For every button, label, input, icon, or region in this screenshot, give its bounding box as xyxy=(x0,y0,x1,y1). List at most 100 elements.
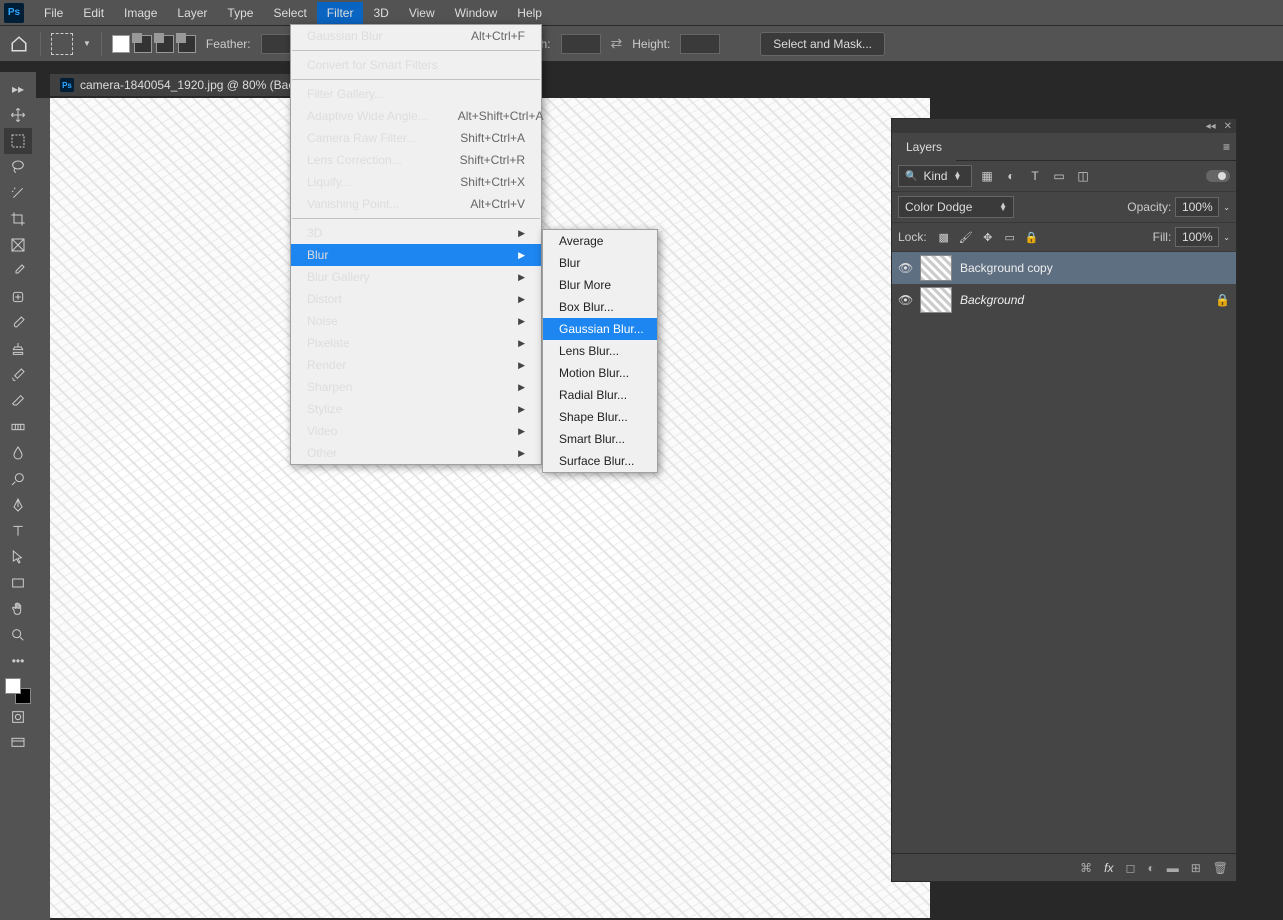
menu-item-liquify-[interactable]: Liquify...Shift+Ctrl+X xyxy=(291,171,541,193)
menu-item-average[interactable]: Average xyxy=(543,230,657,252)
filter-toggle[interactable] xyxy=(1206,170,1230,182)
opacity-input[interactable]: 100% xyxy=(1175,197,1219,217)
lock-artboard-icon[interactable]: ▭ xyxy=(1003,231,1017,244)
menu-item-noise[interactable]: Noise▶ xyxy=(291,310,541,332)
eyedropper-tool[interactable] xyxy=(4,258,32,284)
menu-item-pixelate[interactable]: Pixelate▶ xyxy=(291,332,541,354)
menu-item-lens-blur-[interactable]: Lens Blur... xyxy=(543,340,657,362)
layers-tab[interactable]: Layers xyxy=(892,133,956,161)
menu-item-surface-blur-[interactable]: Surface Blur... xyxy=(543,450,657,472)
adjustment-layer-icon[interactable]: ◐ xyxy=(1147,861,1154,875)
menu-item-stylize[interactable]: Stylize▶ xyxy=(291,398,541,420)
menu-item-video[interactable]: Video▶ xyxy=(291,420,541,442)
healing-brush-tool[interactable] xyxy=(4,284,32,310)
menu-edit[interactable]: Edit xyxy=(73,2,114,24)
path-selection-tool[interactable] xyxy=(4,544,32,570)
menu-item-gaussian-blur-[interactable]: Gaussian Blur... xyxy=(543,318,657,340)
edit-toolbar-icon[interactable]: ••• xyxy=(4,648,32,674)
marquee-tool[interactable] xyxy=(4,128,32,154)
menu-item-blur[interactable]: Blur xyxy=(543,252,657,274)
frame-tool[interactable] xyxy=(4,232,32,258)
dodge-tool[interactable] xyxy=(4,466,32,492)
menu-file[interactable]: File xyxy=(34,2,73,24)
menu-item-sharpen[interactable]: Sharpen▶ xyxy=(291,376,541,398)
visibility-icon[interactable]: 👁 xyxy=(898,293,912,307)
color-swatch[interactable] xyxy=(5,678,31,704)
history-brush-tool[interactable] xyxy=(4,362,32,388)
quick-mask-tool[interactable] xyxy=(4,704,32,730)
menu-help[interactable]: Help xyxy=(507,2,552,24)
menu-type[interactable]: Type xyxy=(217,2,263,24)
menu-item-vanishing-point-[interactable]: Vanishing Point...Alt+Ctrl+V xyxy=(291,193,541,215)
zoom-tool[interactable] xyxy=(4,622,32,648)
screen-mode-tool[interactable] xyxy=(4,730,32,756)
height-input[interactable] xyxy=(680,34,720,54)
clone-stamp-tool[interactable] xyxy=(4,336,32,362)
brush-tool[interactable] xyxy=(4,310,32,336)
rectangle-tool[interactable] xyxy=(4,570,32,596)
blur-tool[interactable] xyxy=(4,440,32,466)
delete-layer-icon[interactable]: 🗑 xyxy=(1213,861,1228,875)
select-and-mask-button[interactable]: Select and Mask... xyxy=(760,32,885,56)
panel-menu-icon[interactable]: ≡ xyxy=(1223,140,1230,154)
group-layers-icon[interactable]: ▬ xyxy=(1167,861,1179,875)
menu-window[interactable]: Window xyxy=(445,2,508,24)
menu-item-render[interactable]: Render▶ xyxy=(291,354,541,376)
menu-item-distort[interactable]: Distort▶ xyxy=(291,288,541,310)
fill-input[interactable]: 100% xyxy=(1175,227,1219,247)
swap-dimensions-icon[interactable]: ⇄ xyxy=(611,35,623,52)
pen-tool[interactable] xyxy=(4,492,32,518)
menu-layer[interactable]: Layer xyxy=(167,2,217,24)
menu-item-filter-gallery-[interactable]: Filter Gallery... xyxy=(291,83,541,105)
expand-tools-icon[interactable]: ▸▸ xyxy=(4,76,32,102)
menu-item-blur[interactable]: Blur▶ xyxy=(291,244,541,266)
menu-item-blur-gallery[interactable]: Blur Gallery▶ xyxy=(291,266,541,288)
foreground-color-swatch[interactable] xyxy=(5,678,21,694)
filter-kind-dropdown[interactable]: 🔍Kind ▲▼ xyxy=(898,165,972,187)
document-tab[interactable]: Ps camera-1840054_1920.jpg @ 80% (Backgr xyxy=(50,74,321,96)
width-input[interactable] xyxy=(561,34,601,54)
lock-pixels-icon[interactable]: 🖌 xyxy=(959,231,973,244)
lock-all-icon[interactable]: 🔒 xyxy=(1025,231,1039,244)
crop-tool[interactable] xyxy=(4,206,32,232)
selection-intersect-icon[interactable] xyxy=(178,35,196,53)
lock-position-icon[interactable]: ✥ xyxy=(981,231,995,244)
menu-select[interactable]: Select xyxy=(263,2,316,24)
selection-new-icon[interactable] xyxy=(112,35,130,53)
menu-item-adaptive-wide-angle-[interactable]: Adaptive Wide Angle...Alt+Shift+Ctrl+A xyxy=(291,105,541,127)
layer-thumbnail[interactable] xyxy=(920,255,952,281)
hand-tool[interactable] xyxy=(4,596,32,622)
menu-item-box-blur-[interactable]: Box Blur... xyxy=(543,296,657,318)
filter-adjustment-icon[interactable]: ◐ xyxy=(1004,169,1018,183)
menu-item-radial-blur-[interactable]: Radial Blur... xyxy=(543,384,657,406)
filter-shape-icon[interactable]: ▭ xyxy=(1052,169,1066,183)
filter-type-icon[interactable]: T xyxy=(1028,169,1042,183)
link-layers-icon[interactable]: ⌘ xyxy=(1080,861,1092,875)
menu-item-gaussian-blur[interactable]: Gaussian BlurAlt+Ctrl+F xyxy=(291,25,541,47)
new-layer-icon[interactable]: ⊞ xyxy=(1191,861,1201,875)
menu-item-convert-for-smart-filters[interactable]: Convert for Smart Filters xyxy=(291,54,541,76)
menu-item-blur-more[interactable]: Blur More xyxy=(543,274,657,296)
menu-filter[interactable]: Filter xyxy=(317,2,364,24)
menu-item-shape-blur-[interactable]: Shape Blur... xyxy=(543,406,657,428)
magic-wand-tool[interactable] xyxy=(4,180,32,206)
eraser-tool[interactable] xyxy=(4,388,32,414)
close-panel-icon[interactable]: ✕ xyxy=(1224,121,1232,132)
blend-mode-dropdown[interactable]: Color Dodge ▲▼ xyxy=(898,196,1014,218)
selection-subtract-icon[interactable] xyxy=(156,35,174,53)
menu-image[interactable]: Image xyxy=(114,2,167,24)
menu-item-3d[interactable]: 3D▶ xyxy=(291,222,541,244)
menu-item-lens-correction-[interactable]: Lens Correction...Shift+Ctrl+R xyxy=(291,149,541,171)
menu-view[interactable]: View xyxy=(399,2,445,24)
layer-item[interactable]: 👁Background copy xyxy=(892,252,1236,284)
filter-pixel-icon[interactable]: ▦ xyxy=(980,169,994,183)
lasso-tool[interactable] xyxy=(4,154,32,180)
menu-item-motion-blur-[interactable]: Motion Blur... xyxy=(543,362,657,384)
menu-item-smart-blur-[interactable]: Smart Blur... xyxy=(543,428,657,450)
layer-style-icon[interactable]: fx xyxy=(1104,861,1113,875)
menu-item-other[interactable]: Other▶ xyxy=(291,442,541,464)
layer-thumbnail[interactable] xyxy=(920,287,952,313)
move-tool[interactable] xyxy=(4,102,32,128)
filter-smart-icon[interactable]: ◫ xyxy=(1076,169,1090,183)
type-tool[interactable] xyxy=(4,518,32,544)
